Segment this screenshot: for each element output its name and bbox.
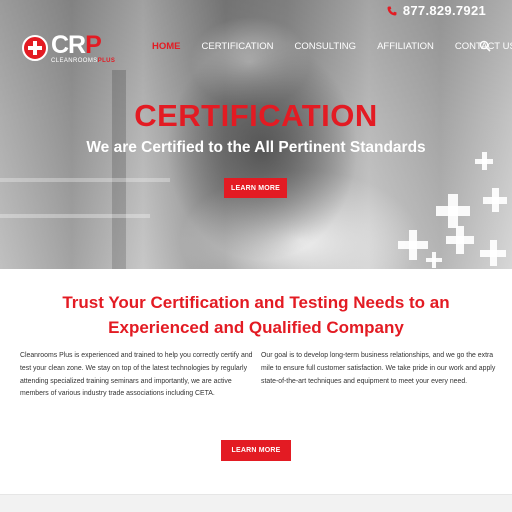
logo-mark-accent: P <box>85 31 102 59</box>
phone-number[interactable]: 877.829.7921 <box>403 3 486 18</box>
plus-decoration-icon <box>436 194 470 228</box>
nav-home[interactable]: HOME <box>152 41 181 52</box>
phone-bar[interactable]: 877.829.7921 <box>387 3 486 18</box>
plus-decoration-icon <box>475 152 493 170</box>
logo-tagline-main: CLEANROOMS <box>51 58 98 64</box>
logo[interactable]: CRP CLEANROOMSPLUS <box>22 33 115 65</box>
section-heading-line1: Trust Your Certification and Testing Nee… <box>62 293 450 312</box>
learn-more-button[interactable]: LEARN MORE <box>221 440 291 461</box>
logo-tagline: CLEANROOMSPLUS <box>51 57 115 65</box>
nav-certification[interactable]: CERTIFICATION <box>202 41 274 52</box>
phone-icon <box>387 6 397 15</box>
hero-banner: 877.829.7921 CRP CLEANROOMSPLUS HOME CER… <box>0 0 512 269</box>
logo-cross-icon <box>22 35 48 61</box>
hero-subtitle: We are Certified to the All Pertinent St… <box>86 139 426 156</box>
logo-tagline-accent: PLUS <box>97 58 116 64</box>
section-heading-line2: Experienced and Qualified Company <box>108 318 404 337</box>
hero-title: CERTIFICATION <box>134 98 378 133</box>
footer-strip <box>0 494 512 512</box>
nav-consulting[interactable]: CONSULTING <box>294 41 356 52</box>
search-icon[interactable] <box>479 40 491 52</box>
main-nav: HOME CERTIFICATION CONSULTING AFFILIATIO… <box>152 41 512 52</box>
section-heading: Trust Your Certification and Testing Nee… <box>0 290 512 340</box>
plus-decoration-icon <box>426 252 442 268</box>
plus-decoration-icon <box>398 230 428 260</box>
plus-decoration-icon <box>480 240 506 266</box>
logo-text: CRP CLEANROOMSPLUS <box>51 33 115 65</box>
logo-mark: CRP <box>51 31 115 59</box>
plus-decoration-icon <box>446 226 474 254</box>
nav-affiliation[interactable]: AFFILIATION <box>377 41 434 52</box>
hero-learn-more-button[interactable]: LEARN MORE <box>224 178 287 198</box>
intro-text-right: Our goal is to develop long-term busines… <box>261 352 496 385</box>
logo-mark-main: CR <box>51 31 86 59</box>
intro-text-left: Cleanrooms Plus is experienced and train… <box>20 352 253 398</box>
plus-decoration-icon <box>483 188 507 212</box>
